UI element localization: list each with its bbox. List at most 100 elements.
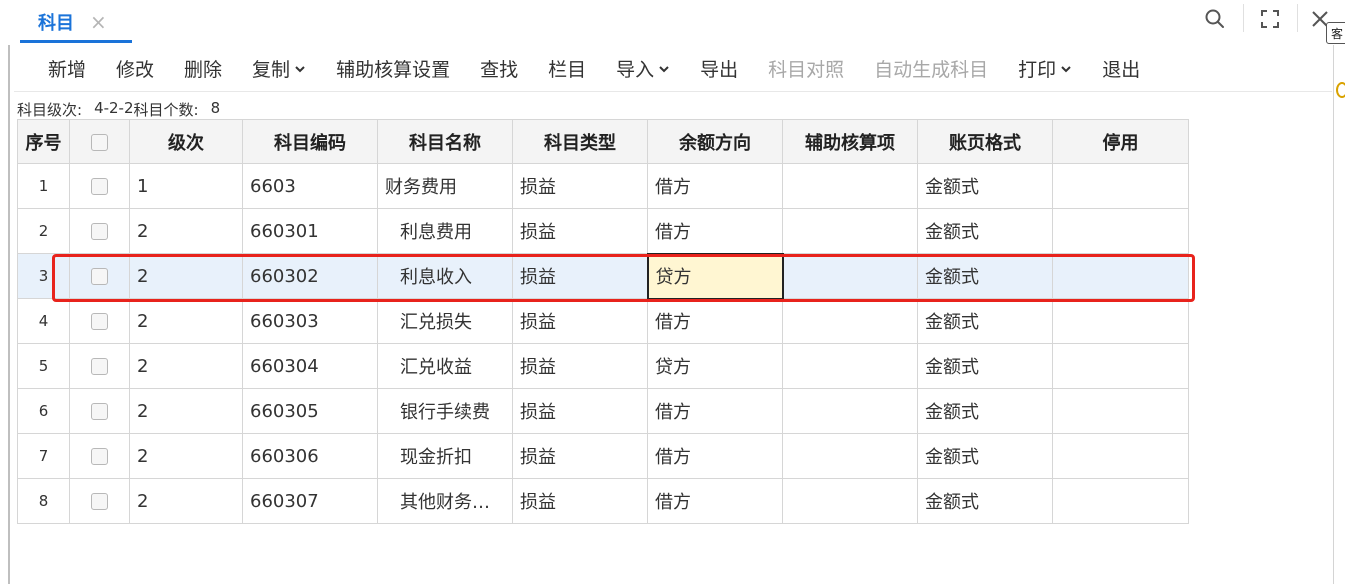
cell-disabled[interactable]	[1052, 343, 1189, 389]
cell-code[interactable]: 660304	[242, 343, 378, 389]
cell-direction[interactable]: 贷方	[646, 252, 784, 300]
cell-format[interactable]: 金额式	[917, 208, 1053, 254]
cell-format[interactable]: 金额式	[917, 163, 1053, 209]
cell-format[interactable]: 金额式	[917, 433, 1053, 479]
table-row[interactable]: 1 1 6603 财务费用 损益 借方 金额式	[17, 163, 1189, 209]
toolbar-item[interactable]: 查找	[480, 55, 518, 82]
col-header-type[interactable]: 科目类型	[512, 119, 648, 164]
col-header-name[interactable]: 科目名称	[377, 119, 513, 164]
maximize-button[interactable]	[1255, 4, 1285, 34]
cell-name[interactable]: 汇兑损失	[377, 298, 513, 344]
toolbar-item[interactable]: 导出	[700, 55, 738, 82]
row-checkbox[interactable]	[91, 493, 108, 510]
cell-direction[interactable]: 借方	[647, 208, 783, 254]
cell-code[interactable]: 660306	[242, 433, 378, 479]
cell-type[interactable]: 损益	[512, 388, 648, 434]
table-row[interactable]: 7 2 660306 现金折扣 损益 借方 金额式	[17, 433, 1189, 479]
row-checkbox[interactable]	[91, 223, 108, 240]
cell-level[interactable]: 2	[129, 253, 243, 299]
cell-format[interactable]: 金额式	[917, 388, 1053, 434]
table-row[interactable]: 8 2 660307 其他财务费用 损益 借方 金额式	[17, 478, 1189, 524]
cell-level[interactable]: 1	[129, 163, 243, 209]
cell-type[interactable]: 损益	[512, 208, 648, 254]
cell-disabled[interactable]	[1052, 163, 1189, 209]
cell-disabled[interactable]	[1052, 433, 1189, 479]
cell-name[interactable]: 财务费用	[377, 163, 513, 209]
cell-direction[interactable]: 借方	[647, 433, 783, 479]
cell-seq[interactable]: 6	[17, 388, 70, 434]
cell-disabled[interactable]	[1052, 208, 1189, 254]
cell-select[interactable]	[69, 343, 130, 389]
row-checkbox[interactable]	[91, 403, 108, 420]
cell-type[interactable]: 损益	[512, 298, 648, 344]
cell-disabled[interactable]	[1052, 478, 1189, 524]
cell-name[interactable]: 现金折扣	[377, 433, 513, 479]
cell-direction[interactable]: 借方	[647, 388, 783, 434]
col-header-direction[interactable]: 余额方向	[647, 119, 783, 164]
cell-format[interactable]: 金额式	[917, 253, 1053, 299]
cell-name[interactable]: 利息费用	[377, 208, 513, 254]
toolbar-item[interactable]: 导入	[616, 55, 670, 82]
cell-name[interactable]: 利息收入	[377, 253, 513, 299]
cell-aux[interactable]	[782, 478, 918, 524]
table-row[interactable]: 6 2 660305 银行手续费 损益 借方 金额式	[17, 388, 1189, 434]
cell-code[interactable]: 660303	[242, 298, 378, 344]
col-header-format[interactable]: 账页格式	[917, 119, 1053, 164]
cell-level[interactable]: 2	[129, 343, 243, 389]
cell-type[interactable]: 损益	[512, 253, 648, 299]
cell-select[interactable]	[69, 208, 130, 254]
cell-name[interactable]: 其他财务费用	[377, 478, 513, 524]
cell-select[interactable]	[69, 433, 130, 479]
cell-select[interactable]	[69, 253, 130, 299]
tab-close-icon[interactable]: ×	[90, 12, 107, 32]
cell-level[interactable]: 2	[129, 298, 243, 344]
col-header-disabled[interactable]: 停用	[1052, 119, 1189, 164]
cell-format[interactable]: 金额式	[917, 298, 1053, 344]
cell-code[interactable]: 6603	[242, 163, 378, 209]
toolbar-item[interactable]: 新增	[48, 55, 86, 82]
cell-type[interactable]: 损益	[512, 478, 648, 524]
cell-select[interactable]	[69, 298, 130, 344]
toolbar-item[interactable]: 退出	[1102, 55, 1140, 82]
toolbar-item[interactable]: 修改	[116, 55, 154, 82]
cell-seq[interactable]: 4	[17, 298, 70, 344]
cell-direction[interactable]: 借方	[647, 478, 783, 524]
side-badge-icon[interactable]	[1336, 82, 1345, 98]
toolbar-item[interactable]: 栏目	[548, 55, 586, 82]
col-header-seq[interactable]: 序号	[17, 119, 70, 164]
tab-accounts[interactable]: 科目 ×	[20, 0, 132, 43]
cell-type[interactable]: 损益	[512, 343, 648, 389]
col-header-level[interactable]: 级次	[129, 119, 243, 164]
cell-name[interactable]: 汇兑收益	[377, 343, 513, 389]
cell-code[interactable]: 660307	[242, 478, 378, 524]
cell-select[interactable]	[69, 163, 130, 209]
cell-aux[interactable]	[782, 253, 918, 299]
table-row[interactable]: 3 2 660302 利息收入 损益 贷方 金额式	[17, 252, 1189, 300]
cell-direction[interactable]: 借方	[647, 163, 783, 209]
table-row[interactable]: 2 2 660301 利息费用 损益 借方 金额式	[17, 208, 1189, 254]
toolbar-item[interactable]: 删除	[184, 55, 222, 82]
toolbar-item[interactable]: 辅助核算设置	[336, 55, 450, 82]
toolbar-item[interactable]: 打印	[1018, 55, 1072, 82]
cell-type[interactable]: 损益	[512, 433, 648, 479]
cell-disabled[interactable]	[1052, 298, 1189, 344]
cell-seq[interactable]: 1	[17, 163, 70, 209]
cell-select[interactable]	[69, 388, 130, 434]
cell-seq[interactable]: 8	[17, 478, 70, 524]
cell-seq[interactable]: 5	[17, 343, 70, 389]
cell-level[interactable]: 2	[129, 478, 243, 524]
cell-aux[interactable]	[782, 208, 918, 254]
cell-seq[interactable]: 2	[17, 208, 70, 254]
cell-code[interactable]: 660302	[242, 253, 378, 299]
row-checkbox[interactable]	[91, 268, 108, 285]
cell-seq[interactable]: 7	[17, 433, 70, 479]
toolbar-item[interactable]: 复制	[252, 55, 306, 82]
cell-select[interactable]	[69, 478, 130, 524]
table-row[interactable]: 4 2 660303 汇兑损失 损益 借方 金额式	[17, 298, 1189, 344]
search-button[interactable]	[1200, 4, 1230, 34]
cell-format[interactable]: 金额式	[917, 343, 1053, 389]
row-checkbox[interactable]	[91, 313, 108, 330]
cell-type[interactable]: 损益	[512, 163, 648, 209]
row-checkbox[interactable]	[91, 178, 108, 195]
row-checkbox[interactable]	[91, 448, 108, 465]
